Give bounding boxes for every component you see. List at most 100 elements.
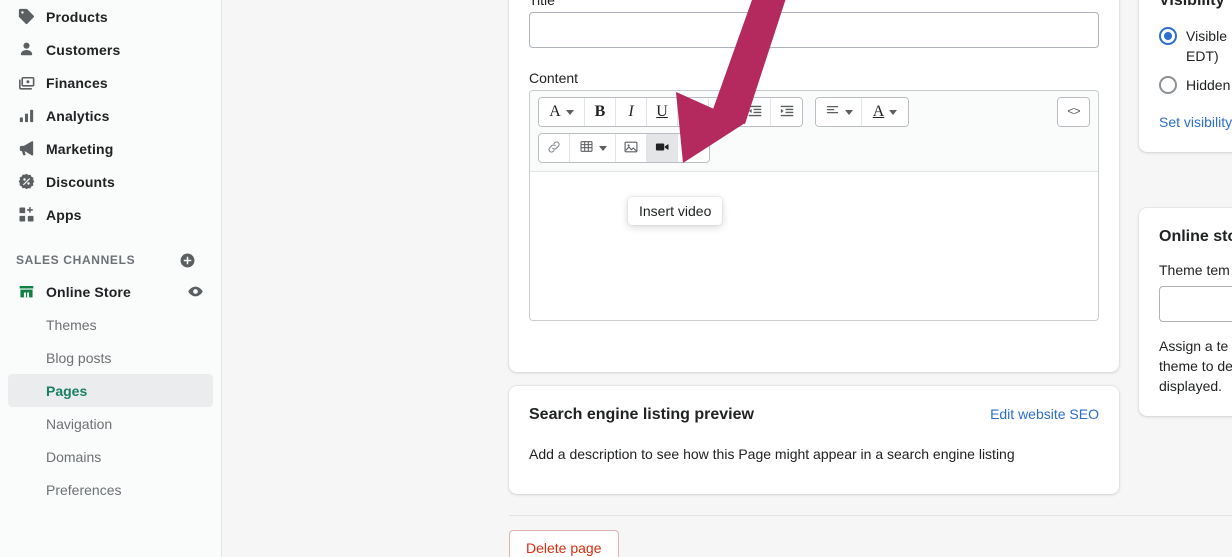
sidebar-item-label: Finances xyxy=(46,74,108,91)
sidebar-item-pages[interactable]: Pages xyxy=(8,374,213,407)
seo-card-header: Search engine listing preview Edit websi… xyxy=(529,406,1099,424)
chevron-down-icon xyxy=(598,145,607,151)
bulleted-list-button[interactable] xyxy=(678,98,709,126)
sidebar-item-customers[interactable]: Customers xyxy=(8,33,213,66)
theme-template-help: Assign a te theme to de displayed. xyxy=(1159,336,1232,396)
sidebar-item-marketing[interactable]: Marketing xyxy=(8,132,213,165)
main-sidebar: Products Customers Finances Analytics Ma… xyxy=(0,0,222,557)
underline-icon: U xyxy=(656,103,668,120)
sub-item-label: Navigation xyxy=(46,415,113,432)
discount-icon xyxy=(16,172,36,192)
sidebar-item-finances[interactable]: Finances xyxy=(8,66,213,99)
channel-left-group: Online Store xyxy=(16,282,131,302)
content-label: Content xyxy=(529,70,579,86)
visibility-option-hidden[interactable]: Hidden xyxy=(1159,75,1232,95)
sidebar-item-domains[interactable]: Domains xyxy=(8,440,213,473)
svg-text:3: 3 xyxy=(717,112,720,118)
apps-icon xyxy=(16,205,36,225)
sub-item-label: Blog posts xyxy=(46,349,112,366)
toolbar-group-code: <> xyxy=(1057,97,1090,127)
insert-link-button[interactable] xyxy=(539,134,570,162)
sidebar-item-apps[interactable]: Apps xyxy=(8,198,213,231)
sidebar-item-label: Customers xyxy=(46,41,121,58)
italic-icon: I xyxy=(628,103,634,120)
bold-button[interactable]: B xyxy=(585,98,616,126)
visibility-hidden-label: Hidden xyxy=(1186,77,1231,93)
tag-icon xyxy=(16,7,36,27)
chevron-down-icon xyxy=(889,109,898,115)
clear-formatting-button[interactable] xyxy=(678,134,709,162)
sidebar-item-navigation[interactable]: Navigation xyxy=(8,407,213,440)
code-view-button[interactable]: <> xyxy=(1058,98,1089,126)
insert-video-button[interactable] xyxy=(647,134,678,162)
image-icon xyxy=(623,139,639,158)
sidebar-item-themes[interactable]: Themes xyxy=(8,308,213,341)
sidebar-item-preferences[interactable]: Preferences xyxy=(8,473,213,506)
italic-button[interactable]: I xyxy=(616,98,647,126)
set-visibility-link[interactable]: Set visibility xyxy=(1159,114,1232,130)
font-letter-icon: A xyxy=(549,103,561,120)
visibility-option-visible[interactable]: Visible EDT) xyxy=(1159,26,1232,66)
chevron-down-icon xyxy=(565,109,574,115)
font-style-dropdown[interactable]: A xyxy=(539,98,585,126)
outdent-icon xyxy=(747,103,763,122)
plus-circle-icon[interactable] xyxy=(177,250,197,270)
rich-text-editor: A B I U 1 2 3 A <> xyxy=(529,90,1099,321)
edit-website-seo-link[interactable]: Edit website SEO xyxy=(990,406,1099,422)
seo-title: Search engine listing preview xyxy=(529,406,754,423)
sidebar-item-label: Analytics xyxy=(46,107,110,124)
visibility-card: Visibility Visible EDT) Hidden Set visib… xyxy=(1139,0,1232,152)
right-sidebar-panel: Visibility Visible EDT) Hidden Set visib… xyxy=(1139,0,1232,557)
sidebar-item-label: Marketing xyxy=(46,140,114,157)
sidebar-item-online-store[interactable]: Online Store xyxy=(8,275,213,308)
person-icon xyxy=(16,40,36,60)
content-editable-area[interactable] xyxy=(530,172,1098,320)
help-line-1: Assign a te xyxy=(1159,338,1229,354)
toolbar-row-1: A B I U 1 2 3 A <> xyxy=(538,97,1090,127)
online-store-card: Online sto Theme tem Assign a te theme t… xyxy=(1139,208,1232,416)
content-block: Content A B I U 1 2 3 A <> xyxy=(529,70,1099,321)
sidebar-item-analytics[interactable]: Analytics xyxy=(8,99,213,132)
indent-button[interactable] xyxy=(771,98,802,126)
sidebar-item-products[interactable]: Products xyxy=(8,0,213,33)
sales-channels-header: SALES CHANNELS xyxy=(8,245,213,275)
outdent-button[interactable] xyxy=(740,98,771,126)
title-input[interactable] xyxy=(529,12,1099,48)
sub-item-label: Domains xyxy=(46,448,102,465)
help-line-2: theme to de xyxy=(1159,358,1232,374)
sales-channels-title: SALES CHANNELS xyxy=(16,253,136,267)
radio-hidden-icon[interactable] xyxy=(1159,76,1177,94)
chevron-down-icon xyxy=(844,109,853,115)
toolbar-row-2 xyxy=(538,133,1090,163)
sub-item-label: Preferences xyxy=(46,481,122,498)
theme-template-select[interactable] xyxy=(1159,286,1232,322)
visibility-visible-label: Visible EDT) xyxy=(1186,26,1227,66)
insert-table-dropdown[interactable] xyxy=(570,134,616,162)
numbered-list-button[interactable]: 123 xyxy=(709,98,740,126)
sidebar-item-blog-posts[interactable]: Blog posts xyxy=(8,341,213,374)
insert-image-button[interactable] xyxy=(616,134,647,162)
text-color-icon: A xyxy=(872,103,885,120)
theme-template-label: Theme tem xyxy=(1159,262,1230,278)
code-icon: <> xyxy=(1067,105,1080,119)
footer-divider xyxy=(509,515,1232,516)
sidebar-item-label: Apps xyxy=(46,206,82,223)
radio-visible-icon[interactable] xyxy=(1159,27,1177,45)
bulleted-list-icon xyxy=(685,103,701,122)
eye-icon[interactable] xyxy=(185,282,205,302)
sidebar-item-label: Products xyxy=(46,8,108,25)
storefront-icon xyxy=(16,282,36,302)
numbered-list-icon: 123 xyxy=(716,103,732,122)
insert-video-tooltip: Insert video xyxy=(628,197,723,225)
cash-icon xyxy=(16,73,36,93)
underline-button[interactable]: U xyxy=(647,98,678,126)
align-dropdown[interactable] xyxy=(816,98,862,126)
video-camera-icon xyxy=(654,139,670,158)
sidebar-item-discounts[interactable]: Discounts xyxy=(8,165,213,198)
sub-item-label: Themes xyxy=(46,316,97,333)
text-color-dropdown[interactable]: A xyxy=(862,98,908,126)
page-editor-card: Title Content A B I U 1 2 3 A <> xyxy=(509,0,1119,372)
delete-page-button[interactable]: Delete page xyxy=(509,530,619,557)
align-left-icon xyxy=(825,103,840,121)
primary-nav: Products Customers Finances Analytics Ma… xyxy=(0,0,221,506)
